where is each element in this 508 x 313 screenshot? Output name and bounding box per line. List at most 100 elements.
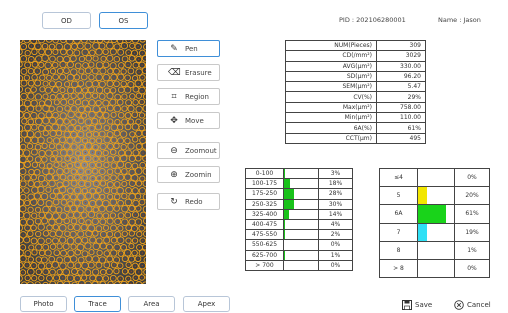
- cell-center: [45, 83, 47, 85]
- tab-apex[interactable]: Apex: [183, 296, 230, 312]
- cell-center: [141, 190, 143, 192]
- cell-center: [73, 146, 75, 148]
- cell-center: [33, 102, 35, 104]
- cell-center: [69, 190, 71, 192]
- cell-center: [88, 57, 90, 59]
- cell-center: [41, 164, 43, 167]
- cell-center: [51, 108, 53, 110]
- tool-zoomin-button[interactable]: ⊕ Zoomin: [157, 166, 220, 183]
- cell-center: [138, 246, 141, 248]
- tool-region-button[interactable]: ⌗ Region: [157, 88, 220, 105]
- neighbor-bar: [418, 187, 428, 205]
- cell-center: [92, 190, 94, 192]
- tool-zoomout-button[interactable]: ⊖ Zoomout: [157, 142, 220, 159]
- area-bar: [284, 179, 291, 189]
- cell-center: [62, 277, 64, 279]
- specular-image[interactable]: [20, 40, 146, 284]
- cell-center: [51, 182, 53, 185]
- cancel-button[interactable]: Cancel: [454, 298, 491, 311]
- cell-center: [95, 258, 97, 260]
- cell-center: [69, 240, 72, 242]
- cell-center: [115, 259, 118, 261]
- cell-center: [54, 64, 56, 66]
- cell-center: [44, 45, 46, 47]
- cell-center: [95, 158, 97, 160]
- cell-center: [134, 126, 137, 128]
- cell-center: [79, 271, 81, 274]
- cell-center: [91, 164, 93, 166]
- cell-center: [44, 145, 46, 147]
- tool-redo-button[interactable]: ↻ Redo: [157, 193, 220, 210]
- cell-center: [49, 139, 51, 141]
- cell-center: [54, 152, 56, 154]
- tab-trace[interactable]: Trace: [74, 296, 121, 312]
- tab-os[interactable]: OS: [99, 12, 148, 29]
- area-row: 100-175 18%: [245, 178, 353, 190]
- tab-area[interactable]: Area: [128, 296, 175, 312]
- cell-center: [131, 196, 133, 198]
- stat-value: 96.20: [376, 70, 426, 83]
- cell-center: [36, 195, 38, 197]
- cell-center: [80, 95, 82, 97]
- stats-row: CCT(μm) 495: [285, 132, 426, 144]
- cell-center: [94, 70, 96, 72]
- cell-center: [134, 114, 136, 116]
- cell-center: [77, 164, 79, 166]
- cell-center: [72, 121, 74, 123]
- cell-center: [72, 58, 74, 60]
- cell-center: [109, 145, 111, 147]
- cell-center: [48, 152, 50, 154]
- cell-center: [66, 157, 69, 160]
- cell-center: [76, 52, 78, 54]
- cell-center: [30, 183, 32, 185]
- cell-center: [141, 276, 143, 279]
- cell-center: [123, 246, 125, 248]
- cell-center: [88, 145, 90, 147]
- tab-od[interactable]: OD: [42, 12, 91, 29]
- tool-label: Zoomin: [185, 170, 212, 179]
- cell-center: [87, 183, 89, 185]
- cell-center: [84, 89, 86, 91]
- cell-center: [101, 170, 103, 173]
- cell-center: [56, 140, 58, 142]
- cell-center: [91, 151, 93, 153]
- cell-center: [80, 208, 82, 210]
- cell-center: [61, 189, 64, 191]
- cell-center: [59, 70, 61, 72]
- area-percent: 2%: [318, 229, 353, 241]
- cell-center: [113, 114, 115, 116]
- area-range: 550-625: [245, 239, 284, 251]
- tool-erasure-button[interactable]: ⌫ Erasure: [157, 64, 220, 81]
- cell-center: [123, 70, 125, 73]
- cell-center: [33, 126, 35, 128]
- cell-center: [55, 190, 58, 192]
- cell-center: [69, 177, 71, 179]
- save-icon: [402, 299, 412, 310]
- tool-pen-button[interactable]: ✎ Pen: [157, 40, 220, 57]
- cell-center: [34, 189, 36, 191]
- cell-center: [25, 189, 27, 192]
- cell-center: [66, 46, 69, 48]
- cell-center: [45, 71, 47, 73]
- save-button[interactable]: Save: [402, 298, 432, 311]
- tab-photo[interactable]: Photo: [20, 296, 67, 312]
- cell-center: [58, 146, 60, 148]
- stats-row: 6A(%) 61%: [285, 122, 426, 134]
- neighbor-percent: 0%: [454, 167, 490, 188]
- cell-center: [77, 89, 79, 91]
- cell-center: [120, 215, 122, 217]
- neighbor-row: > 8 0%: [379, 258, 490, 279]
- cell-center: [127, 152, 129, 154]
- cell-center: [130, 145, 132, 147]
- cell-center: [88, 208, 90, 210]
- area-bar-cell: [283, 239, 319, 251]
- cell-center: [41, 77, 43, 79]
- cell-center: [77, 101, 79, 103]
- cell-center: [47, 102, 49, 104]
- cell-center: [128, 227, 130, 229]
- cell-center: [123, 146, 125, 148]
- cell-center: [29, 221, 31, 223]
- cell-center: [120, 89, 122, 91]
- neighbor-row: 5 20%: [379, 186, 490, 206]
- tool-move-button[interactable]: ✥ Move: [157, 112, 220, 129]
